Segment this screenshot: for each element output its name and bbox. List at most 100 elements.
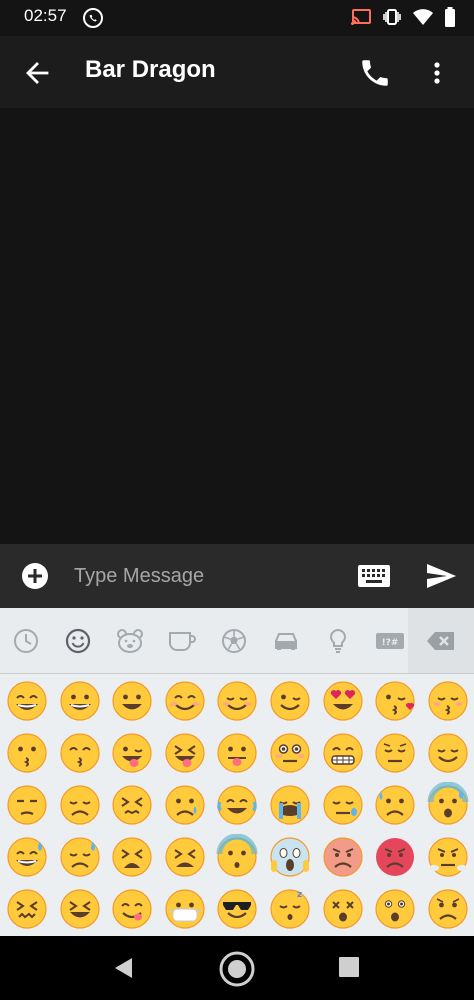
emoji-key[interactable] <box>159 675 211 727</box>
emoji-face-icon <box>7 733 47 773</box>
emoji-face-icon <box>112 889 152 929</box>
emoji-face-icon <box>7 785 47 825</box>
emoji-key[interactable] <box>106 779 158 831</box>
conversation-title: Bar Dragon <box>85 56 216 83</box>
emoji-key[interactable] <box>422 727 474 779</box>
symbols-label: !?# <box>382 638 399 648</box>
tab-objects[interactable] <box>312 608 364 674</box>
more-vert-icon <box>434 62 440 84</box>
emoji-face-icon <box>375 681 415 721</box>
emoji-key[interactable] <box>317 779 369 831</box>
emoji-face-icon <box>59 785 100 825</box>
tab-animals[interactable] <box>104 608 156 674</box>
tab-smileys[interactable] <box>52 608 104 674</box>
emoji-key[interactable] <box>1 883 53 935</box>
emoji-key[interactable] <box>54 831 106 883</box>
emoji-key[interactable] <box>106 831 158 883</box>
emoji-key[interactable] <box>264 831 316 883</box>
message-list[interactable] <box>0 108 474 544</box>
emoji-key[interactable] <box>159 883 211 935</box>
emoji-key[interactable]: z <box>264 883 316 935</box>
emoji-key[interactable] <box>317 831 369 883</box>
tab-travel[interactable] <box>260 608 312 674</box>
emoji-face-icon <box>428 681 468 721</box>
emoji-key[interactable] <box>369 675 421 727</box>
emoji-key[interactable] <box>1 831 53 883</box>
emoji-key[interactable] <box>422 831 474 883</box>
emoji-face-icon <box>270 681 310 721</box>
car-icon <box>275 633 297 650</box>
emoji-face-icon <box>165 785 205 825</box>
emoji-key[interactable] <box>422 883 474 935</box>
emoji-key[interactable] <box>369 727 421 779</box>
emoji-key[interactable] <box>1 727 53 779</box>
emoji-key[interactable] <box>54 779 106 831</box>
emoji-key[interactable] <box>159 779 211 831</box>
emoji-face-icon <box>59 889 100 929</box>
emoji-key[interactable] <box>54 675 106 727</box>
emoji-face-icon <box>217 889 257 929</box>
add-circle-icon <box>22 563 48 589</box>
tab-activities[interactable] <box>208 608 260 674</box>
emoji-key[interactable] <box>1 779 53 831</box>
nav-recents-button[interactable] <box>338 956 360 978</box>
emoji-key[interactable] <box>264 675 316 727</box>
keyboard-toggle-button[interactable] <box>356 562 392 590</box>
emoji-key[interactable] <box>317 675 369 727</box>
message-input[interactable] <box>62 554 342 598</box>
emoji-key[interactable] <box>54 883 106 935</box>
emoji-key[interactable] <box>422 779 474 831</box>
smiley-icon <box>65 628 91 654</box>
emoji-key[interactable] <box>106 675 158 727</box>
emoji-key[interactable] <box>317 883 369 935</box>
emoji-face-icon <box>375 889 415 929</box>
emoji-key[interactable] <box>369 779 421 831</box>
emoji-key[interactable] <box>211 727 263 779</box>
tab-recent[interactable] <box>0 608 52 674</box>
vibrate-icon <box>382 7 402 27</box>
emoji-key[interactable] <box>159 727 211 779</box>
call-button[interactable] <box>358 56 392 90</box>
nav-home-button[interactable] <box>218 950 256 988</box>
emoji-face-icon <box>112 785 152 825</box>
tab-food[interactable] <box>156 608 208 674</box>
add-attachment-button[interactable] <box>20 561 50 591</box>
emoji-face-icon <box>322 889 363 929</box>
emoji-key[interactable] <box>264 779 316 831</box>
emoji-face-icon <box>59 733 100 773</box>
emoji-face-icon <box>112 837 152 877</box>
emoji-key[interactable] <box>211 883 263 935</box>
emoji-key[interactable] <box>106 727 158 779</box>
emoji-key[interactable] <box>211 675 263 727</box>
cast-icon <box>350 8 372 26</box>
emoji-key[interactable] <box>106 883 158 935</box>
svg-text:z: z <box>297 890 302 900</box>
soccer-ball-icon <box>222 629 246 653</box>
nav-back-icon <box>115 958 132 978</box>
emoji-key[interactable] <box>1 675 53 727</box>
bear-icon <box>117 629 143 653</box>
nav-back-button[interactable] <box>110 954 138 982</box>
emoji-face-icon <box>270 837 310 877</box>
send-button[interactable] <box>424 560 458 592</box>
backspace-icon <box>427 632 454 650</box>
clock-icon <box>14 629 38 653</box>
emoji-key[interactable] <box>369 831 421 883</box>
emoji-face-icon <box>112 681 152 721</box>
backspace-button[interactable] <box>408 608 474 674</box>
battery-icon <box>444 7 456 27</box>
emoji-face-icon <box>7 837 47 877</box>
emoji-key[interactable] <box>211 831 263 883</box>
emoji-face-icon <box>165 681 205 721</box>
emoji-face-icon <box>165 889 205 929</box>
emoji-key[interactable] <box>317 727 369 779</box>
emoji-key[interactable] <box>159 831 211 883</box>
arrow-back-icon <box>26 62 49 84</box>
emoji-key[interactable] <box>211 779 263 831</box>
emoji-key[interactable] <box>264 727 316 779</box>
emoji-key[interactable] <box>422 675 474 727</box>
emoji-key[interactable] <box>369 883 421 935</box>
back-button[interactable] <box>20 56 54 90</box>
emoji-key[interactable] <box>54 727 106 779</box>
more-options-button[interactable] <box>420 56 454 90</box>
